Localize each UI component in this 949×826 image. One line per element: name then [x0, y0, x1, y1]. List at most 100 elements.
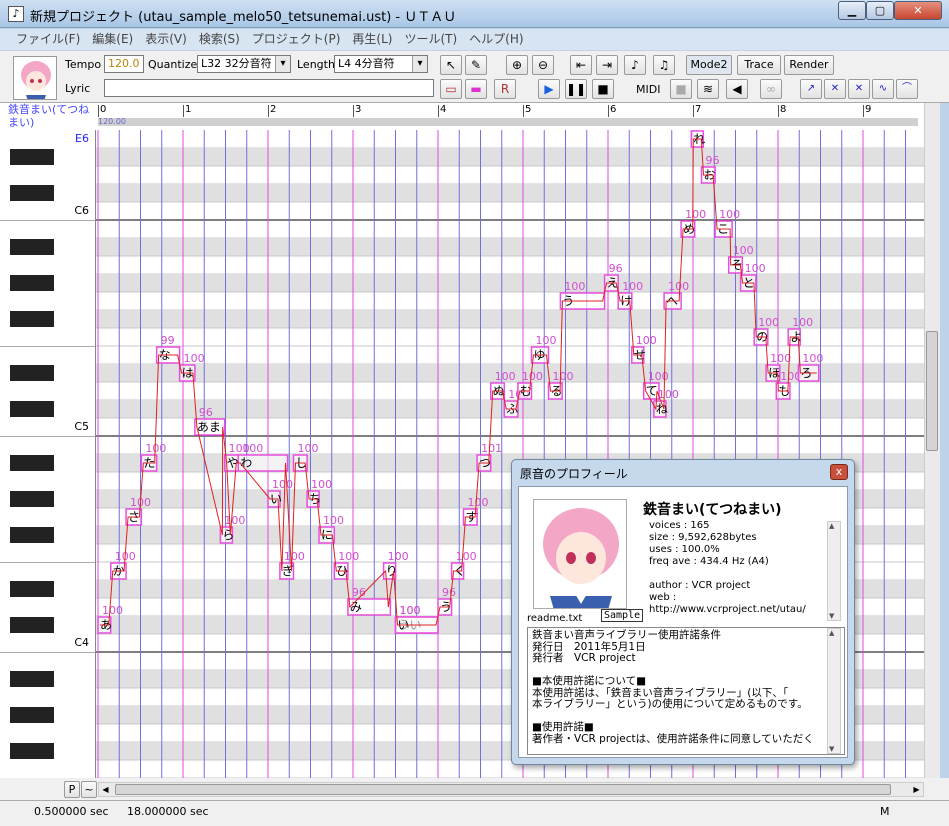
scroll-right-icon[interactable]: ▶: [910, 783, 923, 796]
key-divider: [0, 220, 95, 221]
toolbar: Tempo 120.0 Quantize L32 32分音符 Length L4…: [0, 51, 949, 103]
stop-icon[interactable]: ■: [592, 79, 614, 99]
piano-black-key[interactable]: [10, 311, 54, 327]
piano-black-key[interactable]: [10, 527, 54, 543]
zoom-in-icon[interactable]: ⊕: [506, 55, 528, 75]
piano-black-key[interactable]: [10, 617, 54, 633]
pitch-acpt-icon[interactable]: ↗: [800, 79, 822, 99]
menu-item-2[interactable]: 表示(V): [139, 29, 193, 50]
piano-black-key[interactable]: [10, 239, 54, 255]
voice-web-url[interactable]: http://www.vcrproject.net/utau/: [649, 604, 806, 615]
profile-scrollbar[interactable]: [827, 521, 841, 621]
note-intensity: 100: [456, 550, 477, 563]
scroll-left-icon[interactable]: ◀: [99, 783, 112, 796]
insert-note-icon[interactable]: ▬: [465, 79, 487, 99]
note-intensity: 100: [758, 316, 779, 329]
go-start-icon[interactable]: ⇤: [570, 55, 592, 75]
quantize-select[interactable]: L32 32分音符: [197, 55, 291, 73]
note-intensity: 100: [564, 280, 585, 293]
menu-item-1[interactable]: 編集(E): [86, 29, 139, 50]
mode2-button[interactable]: Mode2: [686, 55, 732, 75]
menu-item-5[interactable]: 再生(L): [346, 29, 398, 50]
midi-record-icon[interactable]: ■: [670, 79, 692, 99]
menu-item-4[interactable]: プロジェクト(P): [246, 29, 347, 50]
note-intensity: 100: [622, 280, 643, 293]
render-button[interactable]: Render: [784, 55, 834, 75]
play-icon[interactable]: ▶: [538, 79, 560, 99]
vibrato-toggle-button[interactable]: ~: [81, 781, 97, 798]
note-lyric: み: [350, 600, 362, 614]
tempo-label: Tempo: [65, 58, 102, 71]
piano-black-key[interactable]: [10, 671, 54, 687]
piano-black-key[interactable]: [10, 743, 54, 759]
ruler-bar-7: 7: [695, 104, 702, 115]
license-line: ■本使用許諾について■: [532, 675, 647, 687]
tempo-input[interactable]: 120.0: [104, 55, 144, 73]
ruler-tick: [608, 105, 609, 117]
dialog-body: 鉄音まい(てつねまい) voices : 165 size : 9,592,62…: [518, 486, 848, 758]
piano-black-key[interactable]: [10, 275, 54, 291]
go-end-icon[interactable]: ⇥: [596, 55, 618, 75]
grid-row-shade: [96, 184, 924, 202]
length-select[interactable]: L4 4分音符: [334, 55, 428, 73]
minimize-button[interactable]: ▁: [838, 1, 866, 20]
note-prev-icon[interactable]: ♪: [624, 55, 646, 75]
note-intensity: 100: [536, 334, 557, 347]
p1p4-icon[interactable]: ✕: [848, 79, 870, 99]
piano-black-key[interactable]: [10, 365, 54, 381]
ruler-bar-4: 4: [440, 104, 447, 115]
zoom-out-icon[interactable]: ⊖: [532, 55, 554, 75]
sample-button[interactable]: Sample: [601, 609, 644, 622]
piano-keyboard[interactable]: E6 C6 C5 C4: [0, 130, 96, 779]
note-intensity: 100: [298, 442, 319, 455]
menu-item-0[interactable]: ファイル(F): [10, 29, 86, 50]
insert-rest-icon[interactable]: ▭: [440, 79, 462, 99]
infinity-icon[interactable]: ∞: [760, 79, 782, 99]
vertical-scroll-thumb[interactable]: [926, 331, 938, 451]
midi-loop-icon[interactable]: ≋: [697, 79, 719, 99]
p2p3-icon[interactable]: ✕: [824, 79, 846, 99]
trace-button[interactable]: Trace: [737, 55, 781, 75]
speaker-icon[interactable]: ◀: [726, 79, 748, 99]
lyric-input[interactable]: [104, 79, 434, 97]
vertical-scrollbar[interactable]: [924, 103, 940, 778]
menu-item-6[interactable]: ツール(T): [398, 29, 463, 50]
ruler-tick: [438, 105, 439, 117]
piano-black-key[interactable]: [10, 707, 54, 723]
voice-avatar[interactable]: [13, 56, 57, 100]
ruler-bar-9: 9: [865, 104, 872, 115]
piano-black-key[interactable]: [10, 401, 54, 417]
close-button[interactable]: ✕: [894, 1, 942, 20]
vibrato-opt-icon[interactable]: ∿: [872, 79, 894, 99]
length-label: Length: [297, 58, 335, 71]
insert-r-icon[interactable]: R: [494, 79, 516, 99]
horizontal-scroll-thumb[interactable]: [115, 784, 891, 795]
piano-black-key[interactable]: [10, 185, 54, 201]
measure-ruler[interactable]: 0 1 2 3 4 5 6 7 8 9 120.00: [96, 103, 936, 130]
bottom-bar: P ~ ◀ ▶: [0, 778, 949, 800]
license-scrollbar[interactable]: [827, 628, 841, 754]
piano-black-key[interactable]: [10, 455, 54, 471]
license-line: 鉄音まい音声ライブラリー使用許諾条件: [532, 629, 721, 641]
horizontal-scrollbar[interactable]: ◀ ▶: [98, 782, 924, 797]
piano-black-key[interactable]: [10, 581, 54, 597]
maximize-button[interactable]: ▢: [866, 1, 894, 20]
menu-item-3[interactable]: 検索(S): [193, 29, 246, 50]
note-intensity: 100: [792, 316, 813, 329]
voice-portrait: [533, 499, 627, 609]
pitch-toggle-button[interactable]: P: [64, 781, 80, 798]
voice-name-label[interactable]: 鉄音まい(てつねまい): [0, 103, 96, 130]
note-intensity: 101: [481, 442, 502, 455]
license-text-box[interactable]: 鉄音まい音声ライブラリー使用許諾条件 発行日 2011年5月1日 発行者 VCR p…: [527, 627, 845, 755]
reset-icon[interactable]: ⌒: [896, 79, 918, 99]
note-next-icon[interactable]: ♫: [653, 55, 675, 75]
piano-black-key[interactable]: [10, 491, 54, 507]
pointer-tool-icon[interactable]: ↖: [440, 55, 462, 75]
piano-black-key[interactable]: [10, 149, 54, 165]
license-line: 著作者・VCR projectは、使用許諾条件に同意していただく: [532, 732, 814, 745]
dialog-close-button[interactable]: x: [830, 464, 848, 480]
pause-icon[interactable]: ❚❚: [565, 79, 587, 99]
note-lyric: わ: [240, 456, 252, 470]
pencil-tool-icon[interactable]: ✎: [465, 55, 487, 75]
menu-item-7[interactable]: ヘルプ(H): [463, 29, 529, 50]
